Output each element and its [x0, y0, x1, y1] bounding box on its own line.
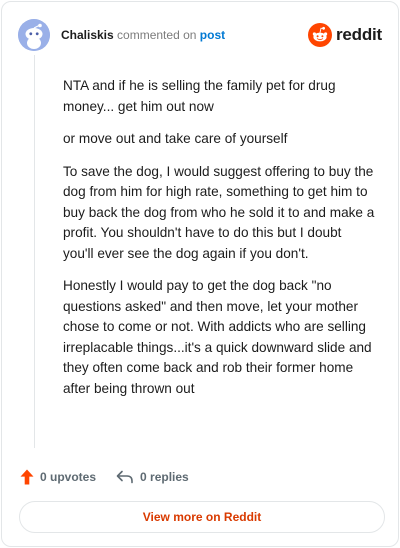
reddit-brand[interactable]: reddit: [307, 23, 382, 47]
comment-byline: Chaliskis commented on post: [61, 28, 225, 42]
comment-paragraph: To save the dog, I would suggest offerin…: [63, 163, 375, 261]
comment-header: Chaliskis commented on post reddit: [18, 19, 382, 51]
comment-paragraph: Honestly I would pay to get the dog back…: [63, 278, 372, 396]
post-link[interactable]: post: [200, 28, 225, 42]
reply-button[interactable]: 0 replies: [116, 470, 189, 484]
reddit-wordmark: reddit: [335, 25, 382, 44]
thread-line: [34, 55, 35, 448]
comment-actions: 0 upvotes 0 replies: [20, 468, 189, 486]
comment-paragraph: NTA and if he is selling the family pet …: [63, 78, 336, 114]
upvote-arrow-icon: [20, 469, 34, 485]
comment-body: NTA and if he is selling the family pet …: [63, 76, 375, 399]
snoo-avatar-icon: [18, 19, 50, 51]
reddit-logo-icon: [307, 23, 332, 47]
upvote-count: 0 upvotes: [40, 470, 97, 484]
comment-paragraph: or move out and take care of yourself: [63, 131, 288, 146]
upvote-button[interactable]: 0 upvotes: [20, 469, 96, 485]
reply-arrow-icon: [116, 470, 133, 484]
view-more-on-reddit-button[interactable]: View more on Reddit: [19, 501, 385, 533]
commented-on-text: commented on: [117, 28, 197, 42]
embedded-comment-card: Chaliskis commented on post reddit NTA a…: [1, 1, 399, 547]
reply-count: 0 replies: [140, 470, 189, 484]
username-link[interactable]: Chaliskis: [61, 28, 114, 42]
user-avatar[interactable]: [18, 19, 50, 51]
